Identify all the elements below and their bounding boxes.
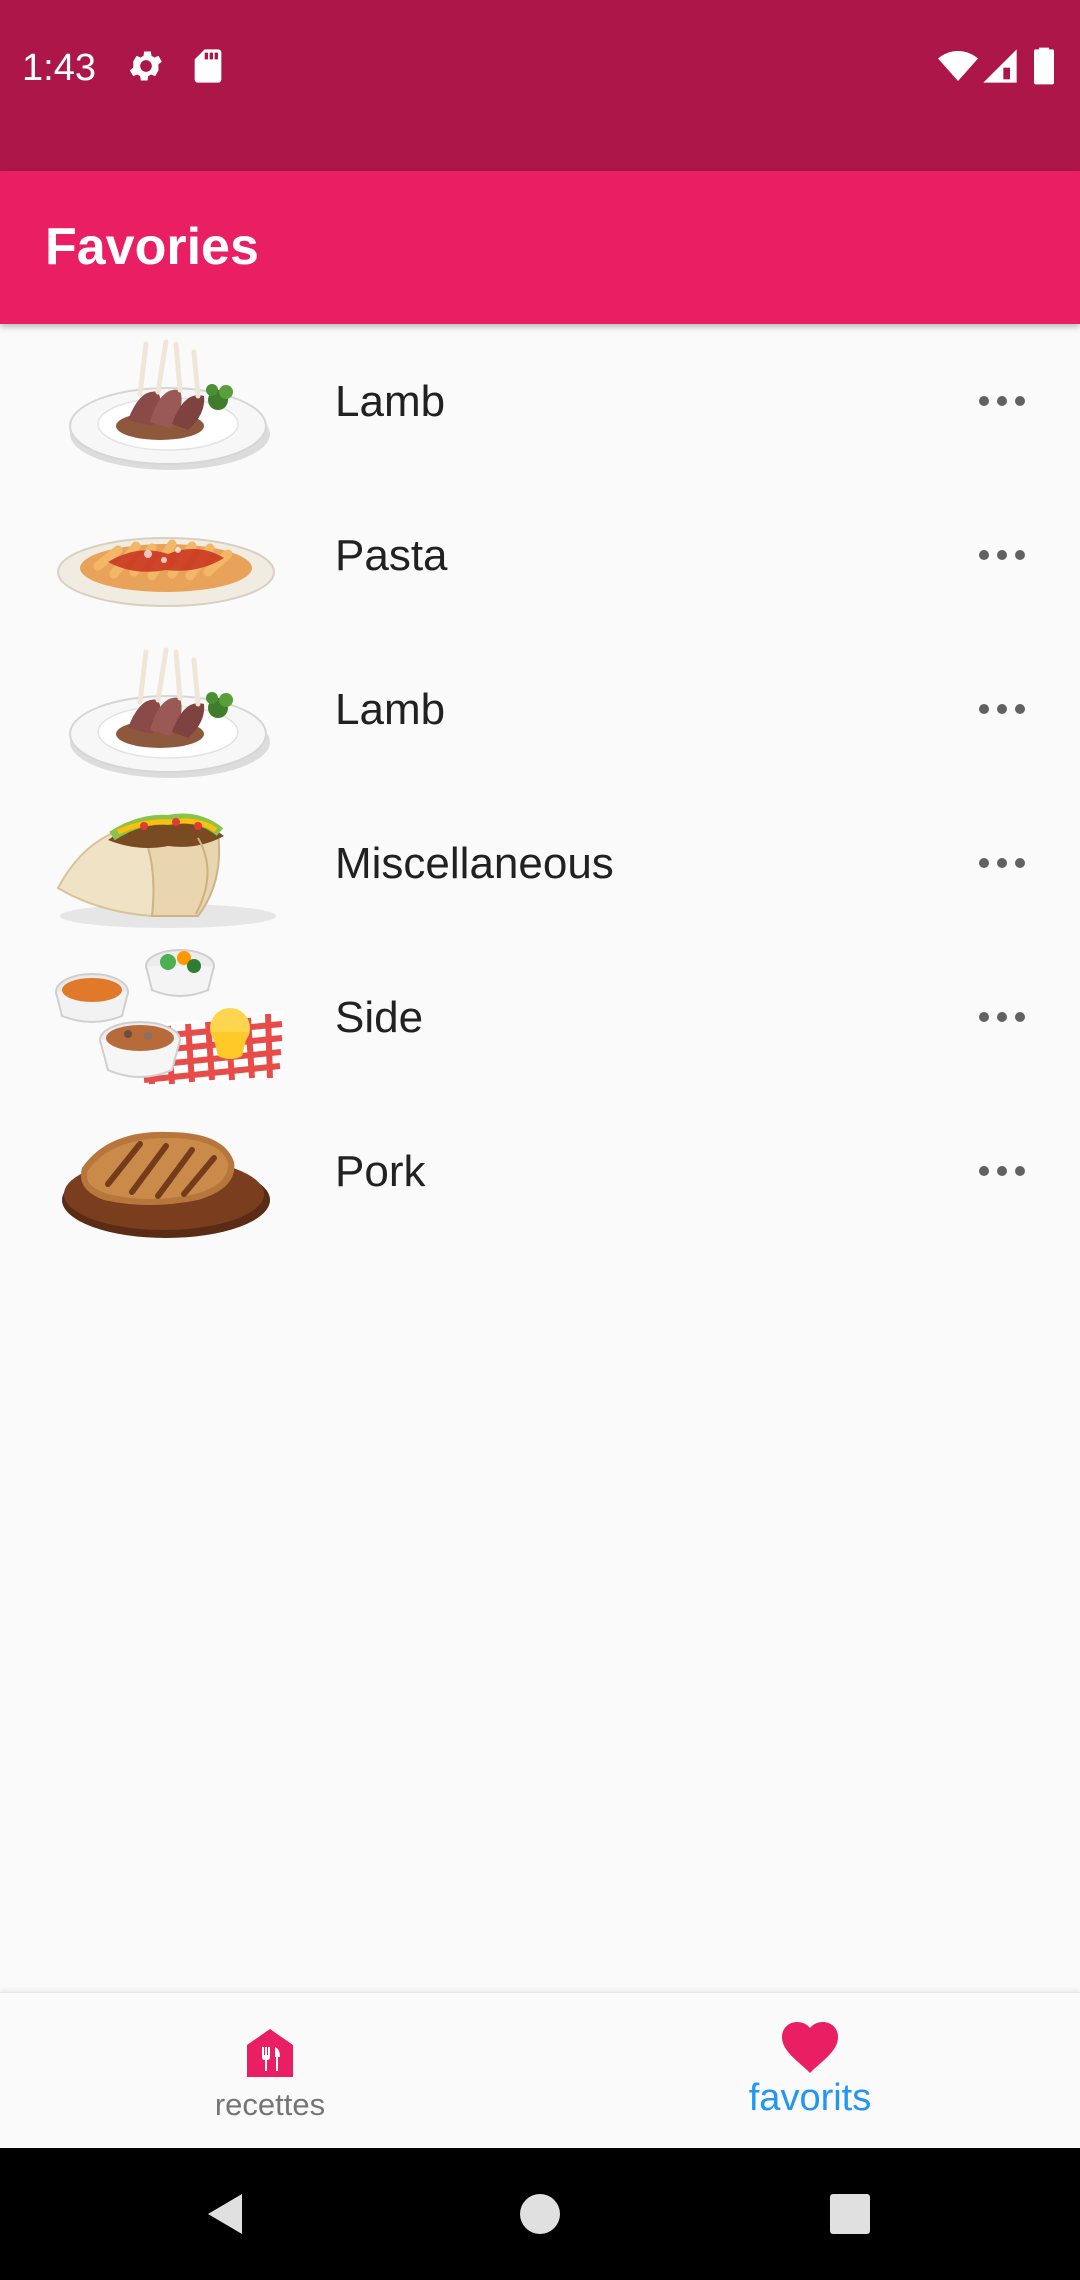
app-bar: Favories (0, 171, 1080, 324)
list-item[interactable]: Side (0, 940, 1080, 1094)
screen: 1:43 Favories Lamb Pasta Lamb Miscellane… (0, 0, 1080, 2280)
settings-icon (126, 46, 166, 86)
restaurant-home-icon (245, 2027, 295, 2079)
item-label: Lamb (335, 377, 446, 426)
list-item[interactable]: Miscellaneous (0, 786, 1080, 940)
more-options-icon[interactable] (962, 992, 1042, 1042)
more-options-icon[interactable] (962, 376, 1042, 426)
list-item[interactable]: Lamb (0, 324, 1080, 478)
system-navigation-bar (0, 2148, 1080, 2280)
battery-icon (1028, 46, 1060, 86)
back-icon[interactable] (204, 2192, 248, 2236)
item-label: Lamb (335, 685, 446, 734)
heart-icon (781, 2021, 839, 2075)
sd-card-icon (188, 46, 228, 86)
nav-label-favorits: favorits (748, 2077, 872, 2119)
nav-label-recettes: recettes (214, 2087, 326, 2122)
more-options-icon[interactable] (962, 530, 1042, 580)
more-options-icon[interactable] (962, 1146, 1042, 1196)
pork-steak-image (48, 1100, 290, 1242)
list-item[interactable]: Pork (0, 1094, 1080, 1248)
item-label: Pork (335, 1147, 426, 1196)
list-item[interactable]: Pasta (0, 478, 1080, 632)
more-options-icon[interactable] (962, 838, 1042, 888)
item-label: Miscellaneous (335, 839, 614, 888)
nav-item-favorits[interactable]: favorits (540, 1993, 1080, 2149)
status-bar: 1:43 (0, 0, 1080, 171)
side-dishes-image (48, 946, 290, 1088)
item-label: Side (335, 993, 424, 1042)
nav-item-recettes[interactable]: recettes (0, 1993, 540, 2149)
recents-icon[interactable] (828, 2192, 872, 2236)
status-time: 1:43 (22, 47, 96, 89)
home-icon[interactable] (518, 2192, 562, 2236)
item-label: Pasta (335, 531, 448, 580)
tacos-image (48, 792, 290, 934)
wifi-icon (936, 46, 980, 86)
lamb-dish-image (48, 330, 290, 472)
bottom-navigation: recettes favorits (0, 1992, 1080, 2149)
favorites-list: Lamb Pasta Lamb Miscellaneous Side Pork (0, 324, 1080, 1248)
list-item[interactable]: Lamb (0, 632, 1080, 786)
cell-signal-icon (980, 46, 1020, 86)
page-title: Favories (45, 218, 259, 276)
pasta-dish-image (48, 484, 290, 626)
more-options-icon[interactable] (962, 684, 1042, 734)
lamb-dish-image (48, 638, 290, 780)
